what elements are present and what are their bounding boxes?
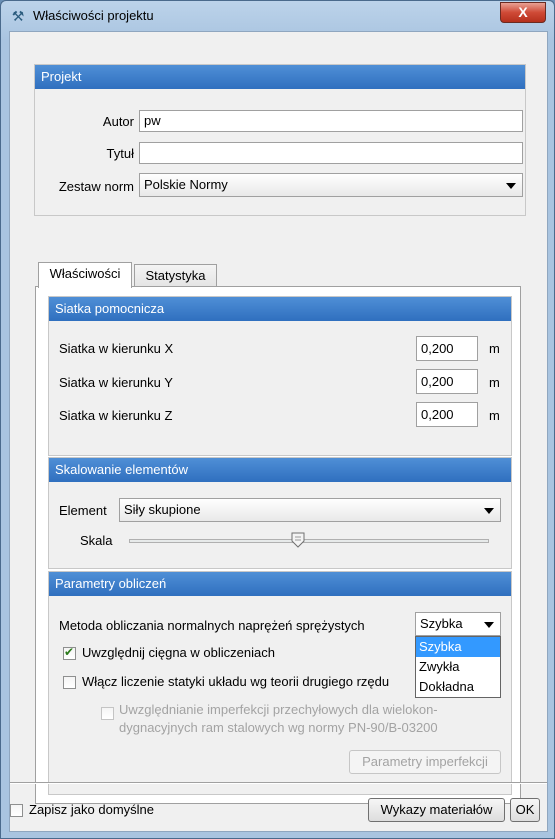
footer-divider bbox=[10, 782, 547, 784]
title-label: Tytuł bbox=[106, 146, 134, 161]
scale-slider-thumb[interactable] bbox=[291, 532, 305, 548]
tab-properties[interactable]: Właściwości bbox=[38, 262, 132, 288]
author-label: Autor bbox=[102, 114, 134, 129]
element-label: Element bbox=[59, 503, 107, 518]
author-input[interactable]: pw bbox=[139, 110, 523, 132]
grid-z-input[interactable]: 0,200 bbox=[416, 402, 478, 427]
grid-x-label: Siatka w kierunku X bbox=[59, 341, 174, 356]
scaling-group: Skalowanie elementów Element Siły skupio… bbox=[48, 457, 512, 569]
method-label: Metoda obliczania normalnych naprężeń sp… bbox=[59, 618, 365, 633]
element-select-value: Siły skupione bbox=[124, 502, 201, 517]
grid-header: Siatka pomocnicza bbox=[49, 297, 511, 321]
close-button[interactable]: X bbox=[500, 2, 546, 23]
grid-y-unit: m bbox=[489, 375, 500, 390]
dialog-window: ⚒ Właściwości projektu X Projekt Autor p… bbox=[0, 0, 555, 839]
imperfection-checkbox[interactable] bbox=[101, 707, 114, 720]
method-select[interactable]: Szybka bbox=[415, 612, 501, 636]
cables-label[interactable]: Uwzględnij cięgna w obliczeniach bbox=[82, 645, 275, 660]
chevron-down-icon bbox=[506, 183, 516, 189]
scaling-header: Skalowanie elementów bbox=[49, 458, 511, 482]
grid-z-unit: m bbox=[489, 408, 500, 423]
method-option-fast[interactable]: Szybka bbox=[416, 637, 500, 657]
norm-select-value: Polskie Normy bbox=[144, 177, 228, 192]
title-input[interactable] bbox=[139, 142, 523, 164]
norm-select[interactable]: Polskie Normy bbox=[139, 173, 523, 197]
chevron-down-icon bbox=[484, 508, 494, 514]
imperfection-label-line1: Uwzględnianie imperfekcji przechyłowych … bbox=[119, 702, 438, 717]
imperfection-label-line2: dygnacyjnych ram stalowych wg normy PN-9… bbox=[119, 720, 438, 735]
norm-label: Zestaw norm bbox=[58, 179, 134, 194]
dialog-body: Projekt Autor pw Tytuł Zestaw norm Polsk… bbox=[9, 31, 548, 832]
ok-button[interactable]: OK bbox=[510, 798, 540, 822]
project-header: Projekt bbox=[35, 65, 525, 89]
grid-y-input[interactable]: 0,200 bbox=[416, 369, 478, 394]
method-select-value: Szybka bbox=[420, 616, 463, 631]
imperfection-params-button[interactable]: Parametry imperfekcji bbox=[349, 750, 501, 774]
save-default-label[interactable]: Zapisz jako domyślne bbox=[29, 802, 154, 817]
app-icon: ⚒ bbox=[11, 8, 25, 24]
grid-x-unit: m bbox=[489, 341, 500, 356]
tab-panel: Siatka pomocnicza Siatka w kierunku X 0,… bbox=[35, 286, 521, 804]
grid-z-label: Siatka w kierunku Z bbox=[59, 408, 173, 423]
scale-slider-track[interactable] bbox=[129, 539, 489, 543]
grid-x-input[interactable]: 0,200 bbox=[416, 336, 478, 361]
materials-button[interactable]: Wykazy materiałów bbox=[368, 798, 505, 822]
chevron-down-icon bbox=[484, 622, 494, 628]
second-order-label[interactable]: Włącz liczenie statyki układu wg teorii … bbox=[82, 674, 389, 689]
second-order-checkbox[interactable] bbox=[63, 676, 76, 689]
scale-label: Skala bbox=[80, 533, 113, 548]
method-dropdown-list: Szybka Zwykła Dokładna bbox=[415, 636, 501, 698]
method-option-normal[interactable]: Zwykła bbox=[416, 657, 500, 677]
window-title: Właściwości projektu bbox=[33, 8, 154, 23]
element-select[interactable]: Siły skupione bbox=[119, 498, 501, 522]
cables-checkbox[interactable] bbox=[63, 645, 76, 660]
calc-header: Parametry obliczeń bbox=[49, 572, 511, 596]
grid-group: Siatka pomocnicza Siatka w kierunku X 0,… bbox=[48, 296, 512, 456]
tab-statistics[interactable]: Statystyka bbox=[134, 264, 217, 288]
project-group: Projekt Autor pw Tytuł Zestaw norm Polsk… bbox=[34, 64, 526, 216]
save-default-checkbox[interactable] bbox=[10, 804, 23, 817]
title-bar[interactable]: ⚒ Właściwości projektu X bbox=[1, 1, 554, 31]
calc-group: Parametry obliczeń Metoda obliczania nor… bbox=[48, 571, 512, 795]
method-option-accurate[interactable]: Dokładna bbox=[416, 677, 500, 697]
grid-y-label: Siatka w kierunku Y bbox=[59, 375, 173, 390]
